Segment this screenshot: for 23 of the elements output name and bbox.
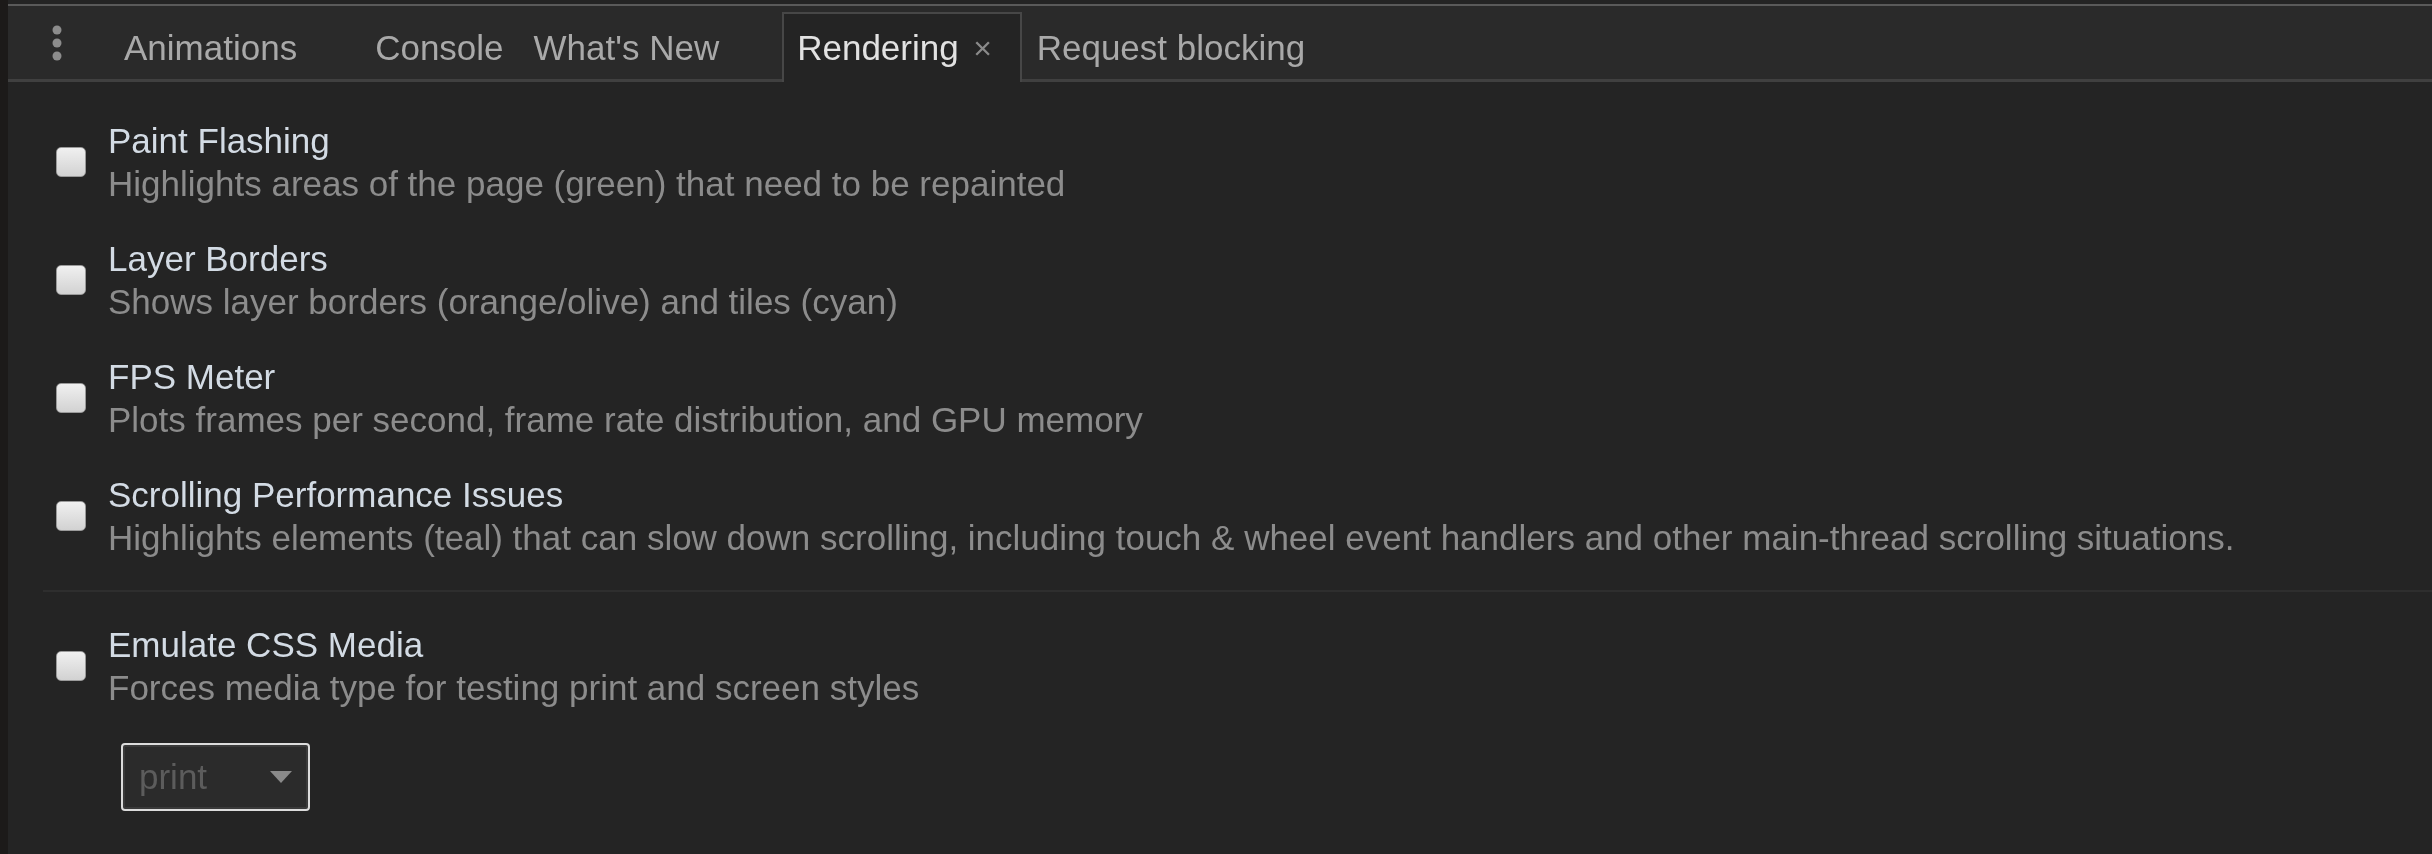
option-title: Scrolling Performance Issues <box>108 474 564 516</box>
tab[interactable]: What's New <box>518 12 783 82</box>
option-title: Layer Borders <box>108 238 328 280</box>
tab[interactable]: Console <box>360 12 519 82</box>
option-description: Highlights elements (teal) that can slow down scrolling, including touch & wheel event handlers and other main-thread scrolling situations. <box>108 517 2235 559</box>
checkbox[interactable] <box>56 501 86 531</box>
option-title: FPS Meter <box>108 356 276 398</box>
tab[interactable]: Animations <box>109 12 361 82</box>
option-title: Emulate CSS Media <box>108 624 424 666</box>
checkbox[interactable] <box>56 147 86 177</box>
tab[interactable]: Request blocking <box>1021 12 1369 82</box>
option-description: Plots frames per second, frame rate distribution, and GPU memory <box>108 399 1143 441</box>
option-description: Forces media type for testing print and screen styles <box>108 667 920 709</box>
option-description: Shows layer borders (orange/olive) and tiles (cyan) <box>108 281 898 323</box>
tab[interactable]: Rendering × <box>782 12 1022 82</box>
option-description: Highlights areas of the page (green) that need to be repainted <box>108 163 1066 205</box>
checkbox[interactable] <box>56 651 86 681</box>
caret-icon <box>270 771 292 783</box>
close-button[interactable]: × <box>973 32 993 64</box>
checkbox[interactable] <box>56 265 86 295</box>
menu-icon[interactable] <box>52 24 62 61</box>
checkbox[interactable] <box>56 383 86 413</box>
option-title: Paint Flashing <box>108 120 330 162</box>
